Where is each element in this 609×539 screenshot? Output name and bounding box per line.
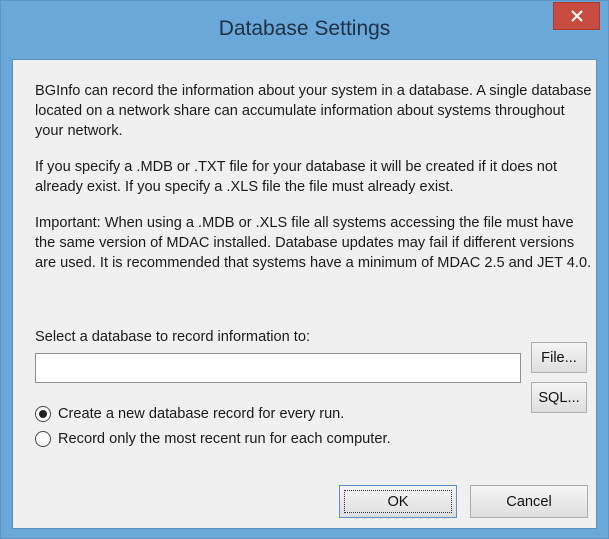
radio-button-selected[interactable] [35,406,51,422]
description-paragraph-1: BGInfo can record the information about … [35,83,592,139]
radio-dot [39,410,47,418]
description-paragraph-3: Important: When using a .MDB or .XLS fil… [35,215,592,271]
dialog-window: Database Settings BGInfo can record the … [0,0,609,539]
file-button[interactable]: File... [531,342,587,373]
dialog-body: BGInfo can record the information about … [12,59,597,529]
title-bar[interactable]: Database Settings [1,1,608,59]
description-paragraph-2: If you specify a .MDB or .TXT file for y… [35,159,558,195]
sql-button[interactable]: SQL... [531,382,587,413]
database-path-input[interactable] [35,353,521,383]
radio-label-new-record: Create a new database record for every r… [58,406,345,422]
radio-option-new-record[interactable]: Create a new database record for every r… [35,406,344,422]
ok-button-label: OK [344,490,452,513]
dialog-title: Database Settings [218,17,391,40]
ok-button[interactable]: OK [339,485,457,518]
cancel-button[interactable]: Cancel [470,485,588,518]
close-icon [570,10,583,22]
close-button[interactable] [553,2,600,30]
radio-button-unselected[interactable] [35,431,51,447]
database-label: Select a database to record information … [35,329,311,345]
radio-option-recent-run[interactable]: Record only the most recent run for each… [35,431,391,447]
radio-label-recent-run: Record only the most recent run for each… [58,431,391,447]
